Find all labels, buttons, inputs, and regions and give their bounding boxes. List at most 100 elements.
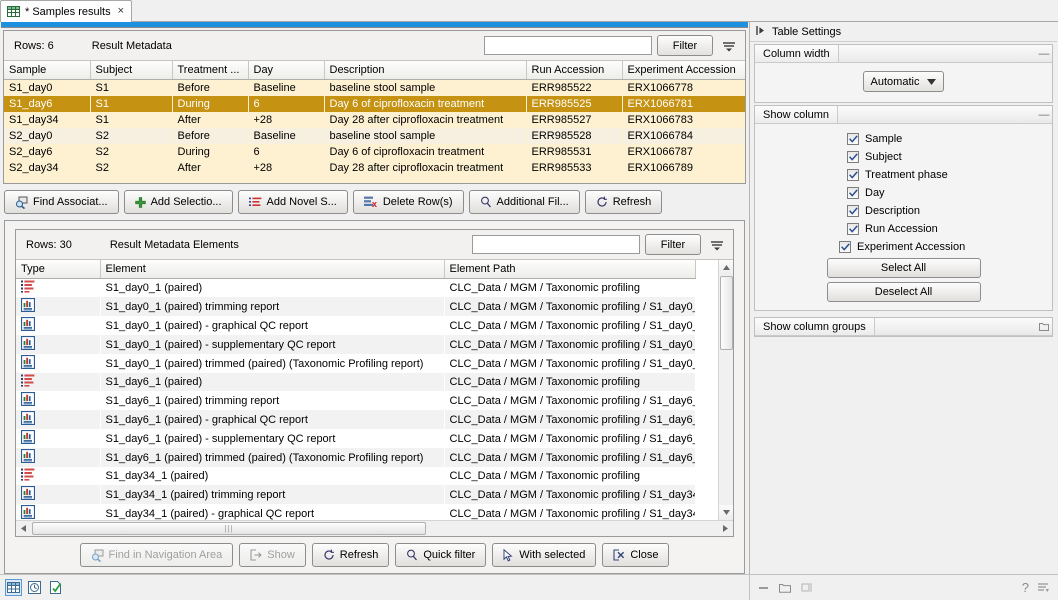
column-header-subject[interactable]: Subject bbox=[90, 61, 172, 80]
sequence-list-icon bbox=[21, 280, 36, 296]
column-header-element-path[interactable]: Element Path bbox=[444, 260, 695, 279]
list-item[interactable]: S1_day6_1 (paired) - supplementary QC re… bbox=[16, 429, 695, 448]
elements-horizontal-scrollbar[interactable]: ||| bbox=[16, 520, 733, 536]
list-item[interactable]: S1_day0_1 (paired) - graphical QC report… bbox=[16, 316, 695, 335]
with-selected-button[interactable]: With selected bbox=[492, 543, 596, 567]
cell-type bbox=[16, 448, 100, 467]
checkbox-experiment-accession[interactable] bbox=[839, 241, 851, 253]
list-item[interactable]: S1_day34_1 (paired) trimming reportCLC_D… bbox=[16, 485, 695, 504]
cell-type bbox=[16, 373, 100, 391]
additional-filtering-button[interactable]: Additional Fil... bbox=[469, 190, 580, 214]
list-item[interactable]: S1_day0_1 (paired) - supplementary QC re… bbox=[16, 335, 695, 354]
elements-table-area[interactable]: Type Element Element Path S1_day0_1 (pai… bbox=[16, 260, 733, 520]
close-icon[interactable]: × bbox=[118, 6, 124, 17]
checkbox-row-day[interactable]: Day bbox=[755, 184, 1052, 202]
column-header-day[interactable]: Day bbox=[248, 61, 324, 80]
scroll-right-icon[interactable] bbox=[718, 521, 733, 536]
deselect-all-button[interactable]: Deselect All bbox=[827, 282, 981, 302]
cell-treatment: During bbox=[172, 144, 248, 160]
scroll-down-icon[interactable] bbox=[719, 505, 733, 520]
table-row[interactable]: S1_day0 S1 Before Baseline baseline stoo… bbox=[4, 80, 745, 96]
delete-rows-button[interactable]: x Delete Row(s) bbox=[353, 190, 464, 214]
column-header-treatment[interactable]: Treatment ... bbox=[172, 61, 248, 80]
checkbox-day[interactable] bbox=[847, 187, 859, 199]
list-item[interactable]: S1_day6_1 (paired) trimming reportCLC_Da… bbox=[16, 391, 695, 410]
column-header-run-accession[interactable]: Run Accession bbox=[526, 61, 622, 80]
cell-element-path: CLC_Data / MGM / Taxonomic profiling / S… bbox=[444, 354, 695, 373]
checkbox-row-sample[interactable]: Sample bbox=[755, 130, 1052, 148]
checkbox-row-subject[interactable]: Subject bbox=[755, 148, 1052, 166]
tab-samples-results[interactable]: * Samples results × bbox=[0, 0, 132, 22]
list-item[interactable]: S1_day0_1 (paired) trimming reportCLC_Da… bbox=[16, 297, 695, 316]
scroll-up-icon[interactable] bbox=[719, 260, 733, 275]
table-row[interactable]: S2_day0 S2 Before Baseline baseline stoo… bbox=[4, 128, 745, 144]
list-item[interactable]: S1_day6_1 (paired) - graphical QC report… bbox=[16, 410, 695, 429]
show-button[interactable]: Show bbox=[239, 543, 306, 567]
expand-arrow-icon[interactable] bbox=[756, 25, 766, 39]
filter-menu-icon[interactable] bbox=[707, 235, 727, 255]
column-width-select[interactable]: Automatic bbox=[863, 71, 945, 92]
column-header-description[interactable]: Description bbox=[324, 61, 526, 80]
scroll-thumb[interactable] bbox=[720, 276, 733, 350]
collapse-icon[interactable]: — bbox=[1036, 48, 1052, 60]
collapse-icon[interactable]: — bbox=[1036, 109, 1052, 121]
quick-filter-button[interactable]: Quick filter bbox=[395, 543, 486, 567]
elements-filter-button[interactable]: Filter bbox=[645, 234, 701, 255]
checkbox-run-accession[interactable] bbox=[847, 223, 859, 235]
checkbox-description[interactable] bbox=[847, 205, 859, 217]
add-selection-button[interactable]: Add Selectio... bbox=[124, 190, 233, 214]
metadata-table-area[interactable]: Sample Subject Treatment ... Day Descrip… bbox=[4, 61, 745, 183]
maximize-icon[interactable] bbox=[779, 582, 792, 593]
column-header-sample[interactable]: Sample bbox=[4, 61, 90, 80]
show-column-groups-header[interactable]: Show column groups bbox=[755, 318, 1052, 336]
checkbox-row-run-accession[interactable]: Run Accession bbox=[755, 220, 1052, 238]
list-item[interactable]: S1_day6_1 (paired) trimmed (paired) (Tax… bbox=[16, 448, 695, 467]
column-header-element[interactable]: Element bbox=[100, 260, 444, 279]
checkbox-row-treatment-phase[interactable]: Treatment phase bbox=[755, 166, 1052, 184]
metadata-filter-input[interactable] bbox=[484, 36, 652, 55]
column-header-experiment-accession[interactable]: Experiment Accession bbox=[622, 61, 745, 80]
scroll-left-icon[interactable] bbox=[16, 521, 31, 536]
table-row[interactable]: S1_day34 S1 After +28 Day 28 after cipro… bbox=[4, 112, 745, 128]
checkbox-row-experiment-accession[interactable]: Experiment Accession bbox=[755, 238, 1052, 256]
checkbox-sample[interactable] bbox=[847, 133, 859, 145]
metadata-filter-button[interactable]: Filter bbox=[657, 35, 713, 56]
checkbox-row-description[interactable]: Description bbox=[755, 202, 1052, 220]
elements-filter-input[interactable] bbox=[472, 235, 640, 254]
list-item[interactable]: S1_day0_1 (paired)CLC_Data / MGM / Taxon… bbox=[16, 279, 695, 298]
table-row-selected[interactable]: S1_day6 S1 During 6 Day 6 of ciprofloxac… bbox=[4, 96, 745, 112]
table-row[interactable]: S2_day6 S2 During 6 Day 6 of ciprofloxac… bbox=[4, 144, 745, 160]
list-menu-icon[interactable] bbox=[1037, 582, 1050, 593]
checkbox-label-description: Description bbox=[865, 205, 920, 217]
add-novel-button[interactable]: Add Novel S... bbox=[238, 190, 348, 214]
restore-icon[interactable] bbox=[800, 582, 813, 593]
help-icon[interactable]: ? bbox=[1022, 580, 1029, 595]
history-view-icon[interactable] bbox=[27, 580, 42, 595]
element-info-icon[interactable] bbox=[48, 580, 63, 595]
table-view-icon[interactable] bbox=[6, 580, 21, 595]
show-column-header[interactable]: Show column — bbox=[755, 106, 1052, 124]
checkbox-treatment-phase[interactable] bbox=[847, 169, 859, 181]
list-item[interactable]: S1_day6_1 (paired)CLC_Data / MGM / Taxon… bbox=[16, 373, 695, 391]
table-row[interactable]: S2_day34 S2 After +28 Day 28 after cipro… bbox=[4, 160, 745, 176]
list-item[interactable]: S1_day34_1 (paired)CLC_Data / MGM / Taxo… bbox=[16, 467, 695, 485]
expand-box-icon[interactable] bbox=[1036, 322, 1052, 331]
cell-element: S1_day0_1 (paired) - supplementary QC re… bbox=[100, 335, 444, 354]
metadata-header-row: Sample Subject Treatment ... Day Descrip… bbox=[4, 61, 745, 80]
filter-menu-icon[interactable] bbox=[719, 36, 739, 56]
checkbox-subject[interactable] bbox=[847, 151, 859, 163]
list-item[interactable]: S1_day34_1 (paired) - graphical QC repor… bbox=[16, 504, 695, 520]
close-button[interactable]: Close bbox=[602, 543, 669, 567]
select-all-button[interactable]: Select All bbox=[827, 258, 981, 278]
right-pane-spacer bbox=[750, 337, 1057, 574]
elements-vertical-scrollbar[interactable] bbox=[718, 260, 733, 520]
find-in-navigation-area-button[interactable]: Find in Navigation Area bbox=[80, 543, 234, 567]
elements-refresh-button[interactable]: Refresh bbox=[312, 543, 390, 567]
column-header-type[interactable]: Type bbox=[16, 260, 100, 279]
scroll-thumb[interactable]: ||| bbox=[32, 522, 426, 535]
list-item[interactable]: S1_day0_1 (paired) trimmed (paired) (Tax… bbox=[16, 354, 695, 373]
minimize-icon[interactable] bbox=[758, 582, 771, 593]
column-width-header[interactable]: Column width — bbox=[755, 45, 1052, 63]
find-associated-button[interactable]: Find Associat... bbox=[4, 190, 119, 214]
metadata-refresh-button[interactable]: Refresh bbox=[585, 190, 663, 214]
